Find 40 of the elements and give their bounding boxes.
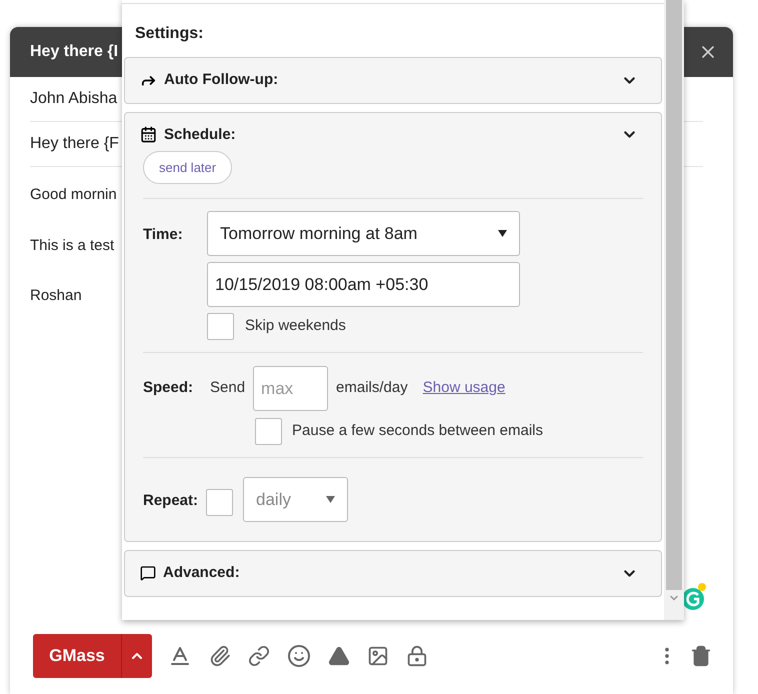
dropdown-caret-icon: [498, 230, 507, 237]
speech-bubble-icon: [140, 565, 156, 582]
triangle-icon[interactable]: [328, 645, 350, 667]
dropdown-caret-icon: [326, 496, 336, 503]
body-line: Good mornin: [30, 185, 117, 205]
compose-field[interactable]: John Abisha: [30, 87, 118, 111]
lock-icon[interactable]: [406, 645, 428, 667]
checkbox[interactable]: [207, 313, 234, 340]
send-later-button[interactable]: send later: [143, 151, 232, 184]
pause-label: Pause a few seconds between emails: [292, 421, 543, 442]
frequency-dropdown[interactable]: daily: [243, 477, 348, 522]
compose-field[interactable]: Hey there {F: [30, 132, 119, 156]
gmass-button[interactable]: GMass: [33, 634, 152, 678]
datetime-field[interactable]: 10/15/2019 08:00am +05:30: [207, 262, 520, 307]
settings-heading: Settings:: [135, 24, 204, 44]
scrollbar[interactable]: [664, 0, 684, 620]
compose-title: Hey there {I: [30, 42, 118, 62]
checkbox[interactable]: [255, 418, 282, 445]
section-title[interactable]: Schedule:: [164, 124, 236, 146]
skip-weekends-label: Skip weekends: [245, 316, 346, 336]
link-icon[interactable]: [248, 645, 270, 667]
body-line: Roshan: [30, 286, 82, 306]
time-label: Time:: [143, 225, 184, 245]
show-usage-link[interactable]: Show usage: [422, 377, 506, 400]
time-dropdown[interactable]: Tomorrow morning at 8am: [207, 211, 520, 256]
image-icon[interactable]: [367, 645, 389, 667]
checkbox[interactable]: [206, 488, 234, 516]
max-field[interactable]: max: [253, 366, 328, 411]
section-title[interactable]: Auto Follow-up:: [164, 69, 278, 92]
calendar-icon: [140, 126, 157, 144]
trash-icon[interactable]: [690, 645, 712, 667]
repeat-label: Repeat:: [143, 490, 198, 511]
paperclip-icon[interactable]: [209, 645, 231, 667]
section-title[interactable]: Advanced:: [163, 562, 240, 584]
smiley-icon[interactable]: [287, 644, 311, 668]
body-line: This is a test: [30, 236, 114, 256]
send-label: Send: [210, 378, 246, 398]
emails-per-day-label: emails/day: [336, 378, 408, 398]
speed-label: Speed:: [143, 378, 194, 398]
text-format-icon[interactable]: [168, 644, 192, 668]
